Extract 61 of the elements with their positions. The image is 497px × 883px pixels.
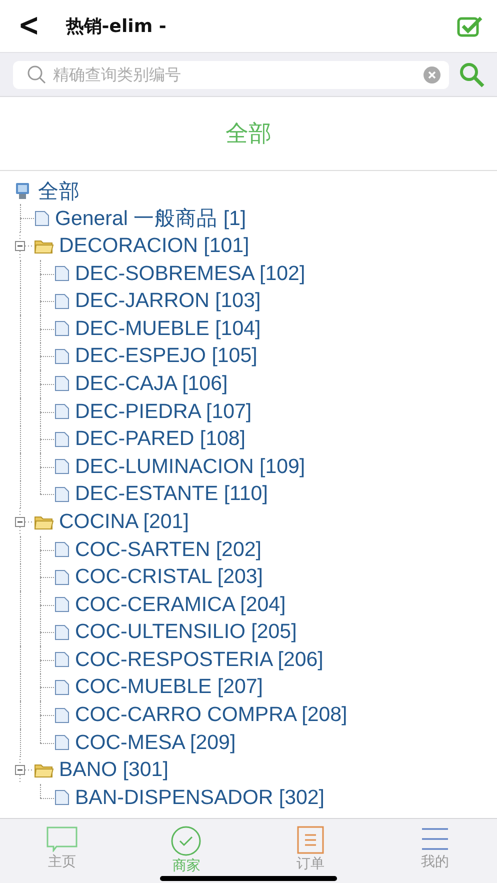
tree-item[interactable]: DEC-CAJA [106] (75, 372, 228, 396)
tree-item[interactable]: DEC-PIEDRA [107] (75, 400, 252, 424)
computer-icon (14, 182, 32, 200)
document-icon (54, 320, 70, 338)
tree-item[interactable]: DECORACION [101] (59, 234, 250, 258)
document-icon (54, 458, 70, 476)
document-icon (34, 210, 50, 227)
tree-item[interactable]: COCINA [201] (59, 510, 189, 534)
tree-item[interactable]: DEC-SOBREMESA [102] (75, 262, 306, 286)
document-icon (54, 265, 70, 282)
tree-item[interactable]: DEC-MUEBLE [104] (75, 316, 261, 341)
document-icon (54, 541, 70, 558)
tree-item[interactable]: COC-MESA [209] (75, 730, 236, 755)
document-icon (54, 651, 70, 668)
back-button[interactable]: < (18, 8, 40, 44)
tree-item[interactable]: BAN-DISPENSADOR [302] (75, 786, 324, 810)
document-icon (54, 678, 70, 696)
tree-item[interactable]: COC-RESPOSTERIA [206] (75, 648, 324, 672)
tree-item[interactable]: COC-MUEBLE [207] (75, 675, 263, 700)
tree-item[interactable]: 全部 (38, 176, 80, 205)
tree-item[interactable]: DEC-JARRON [103] (75, 289, 261, 314)
document-icon (54, 596, 70, 614)
collapse-icon[interactable] (14, 508, 34, 536)
document-icon (54, 403, 70, 420)
chat-icon (46, 826, 78, 852)
tree-item[interactable]: DEC-ESPEJO [105] (75, 344, 258, 368)
collapse-icon[interactable] (14, 756, 34, 784)
document-icon (54, 624, 70, 641)
page-title: 热销-elim - (66, 15, 168, 38)
document-icon (54, 348, 70, 365)
document-icon (54, 486, 70, 503)
document-icon (54, 375, 70, 392)
folder-icon (34, 238, 54, 254)
document-icon (54, 568, 70, 586)
document-icon (54, 430, 70, 448)
search-icon (27, 64, 47, 84)
tree-item[interactable]: COC-SARTEN [202] (75, 538, 262, 562)
search-field[interactable]: 精确查询类别编号 (13, 60, 449, 88)
tree-item[interactable]: COC-CERAMICA [204] (75, 592, 286, 617)
section-title: 全部 (226, 120, 272, 149)
folder-icon (34, 762, 54, 778)
menu-icon (420, 826, 449, 852)
document-icon (54, 706, 70, 724)
tree-item[interactable]: DEC-LUMINACION [109] (75, 454, 306, 479)
tree-item[interactable]: COC-ULTENSILIO [205] (75, 620, 297, 644)
document-icon (296, 826, 325, 854)
search-icon[interactable] (459, 62, 485, 88)
collapse-icon[interactable] (14, 232, 34, 260)
clear-icon[interactable] (423, 66, 441, 84)
document-icon (54, 734, 70, 752)
tree-item[interactable]: BANO [301] (59, 758, 168, 782)
check-circle-icon (170, 826, 202, 856)
checkbox-icon[interactable] (457, 15, 483, 37)
tree-item[interactable]: DEC-PARED [108] (75, 427, 246, 452)
tree-item[interactable]: DEC-ESTANTE [110] (75, 482, 268, 506)
tree-item[interactable]: General 一般商品 [1] (55, 204, 246, 232)
tree-item[interactable]: COC-CRISTAL [203] (75, 565, 263, 590)
folder-icon (34, 514, 54, 530)
document-icon (54, 292, 70, 310)
document-icon (54, 789, 70, 806)
tree-item[interactable]: COC-CARRO COMPRA [208] (75, 703, 348, 728)
